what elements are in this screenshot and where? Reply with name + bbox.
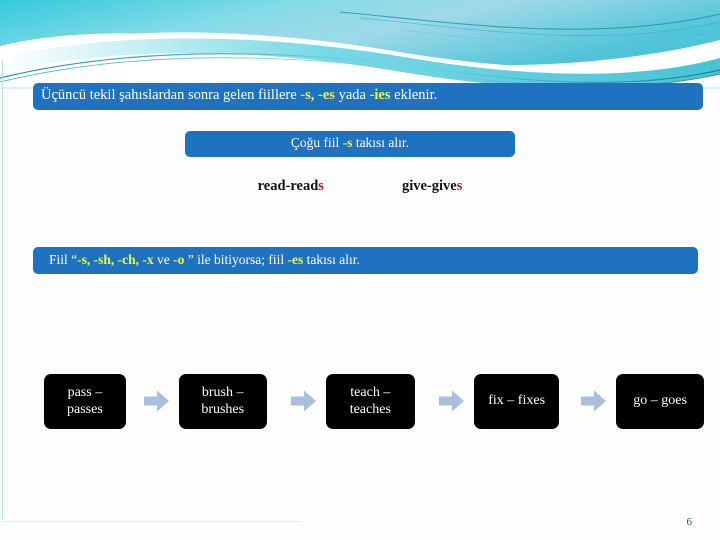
rule-suffix-sh: -sh,: [93, 252, 115, 267]
verb-examples-row: read-reads give-gives: [0, 178, 720, 195]
title-suffix-es: -es: [318, 87, 335, 103]
example-give-stem: give-give: [401, 178, 457, 194]
title-banner: Üçüncü tekil şahıslardan sonra gelen fii…: [33, 83, 703, 110]
rule-suffix-o: -o: [173, 252, 185, 267]
rule-suffix-s: -s,: [77, 252, 91, 267]
arrow-right-icon: [581, 390, 607, 412]
chip-go-line1: go – goes: [633, 393, 687, 409]
sub-text-part1: Çoğu fiil: [290, 135, 343, 150]
title-text-part3: yada: [334, 87, 370, 103]
rule-suffix-ch: -ch,: [117, 252, 140, 267]
chip-fix: fix – fixes: [474, 373, 560, 429]
rule-text-part2: ” ile bitiyorsa; fiil: [184, 252, 288, 267]
page-number: 6: [686, 516, 693, 528]
sub-suffix-s: -s: [342, 135, 353, 150]
rule-text-part1: Fiil “: [49, 252, 78, 267]
bottom-edge-rule: [2, 521, 302, 522]
example-chip-chain: pass – passes brush – brushes teach – te…: [44, 372, 704, 430]
rule-suffix-es: -es: [287, 252, 304, 267]
most-verbs-banner: Çoğu fiil -s takısı alır.: [185, 131, 515, 157]
title-suffix-s: -s,: [300, 87, 315, 103]
sub-text-part2: takısı alır.: [352, 135, 410, 150]
chip-pass-line2: passes: [67, 402, 103, 417]
chip-brush-line1: brush –: [201, 384, 244, 400]
es-rule-banner: Fiil “-s, -sh, -ch, -x ve -o ” ile bitiy…: [33, 247, 698, 274]
rule-suffix-x: -x: [142, 252, 154, 267]
left-edge-rule: [2, 60, 3, 520]
chip-pass-line1: pass –: [67, 384, 103, 400]
title-suffix-ies: -ies: [369, 87, 391, 103]
rule-sep4: ve: [153, 252, 174, 267]
chip-teach-line1: teach –: [350, 384, 391, 400]
chip-teach: teach – teaches: [325, 373, 416, 429]
example-give: give-gives: [402, 178, 462, 195]
chip-brush-line2: brushes: [201, 402, 245, 417]
chip-brush: brush – brushes: [178, 373, 267, 429]
example-read-stem: read-read: [257, 178, 319, 194]
chip-teach-line2: teaches: [349, 402, 391, 417]
example-give-suffix: s: [456, 178, 463, 194]
title-text-part4: eklenir.: [390, 87, 438, 103]
chip-go: go – goes: [616, 373, 704, 429]
slide-canvas: Üçüncü tekil şahıslardan sonra gelen fii…: [0, 0, 720, 540]
rule-text-part3: takısı alır.: [303, 252, 360, 267]
example-read-suffix: s: [318, 178, 324, 194]
arrow-right-icon: [143, 390, 169, 412]
example-read: read-reads: [258, 178, 324, 195]
chip-pass: pass – passes: [44, 373, 126, 429]
wave-graphic: [0, 0, 720, 90]
chip-fix-line1: fix – fixes: [488, 393, 546, 409]
theme-wave-decoration: [0, 0, 720, 90]
arrow-right-icon: [439, 390, 465, 412]
arrow-right-icon: [290, 390, 316, 412]
title-text-part1: Üçüncü tekil şahıslardan sonra gelen fii…: [41, 87, 301, 103]
